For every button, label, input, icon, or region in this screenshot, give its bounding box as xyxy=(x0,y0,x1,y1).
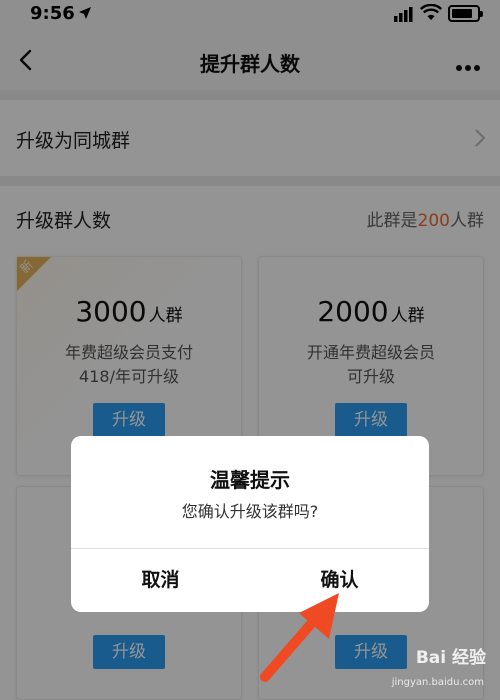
dialog-message: 您确认升级该群吗? xyxy=(181,502,319,521)
watermark-url: jingyan.baidu.com xyxy=(391,677,484,688)
confirm-dialog: 温馨提示 您确认升级该群吗? 取消 确认 xyxy=(71,436,429,612)
dialog-title: 温馨提示 xyxy=(210,468,290,492)
watermark-text: Bai 经验 xyxy=(415,648,486,668)
pointer-arrow-icon xyxy=(260,593,339,682)
baidu-watermark: Bai 经验 jingyan.baidu.com xyxy=(364,646,494,696)
cancel-button[interactable]: 取消 xyxy=(71,549,250,612)
